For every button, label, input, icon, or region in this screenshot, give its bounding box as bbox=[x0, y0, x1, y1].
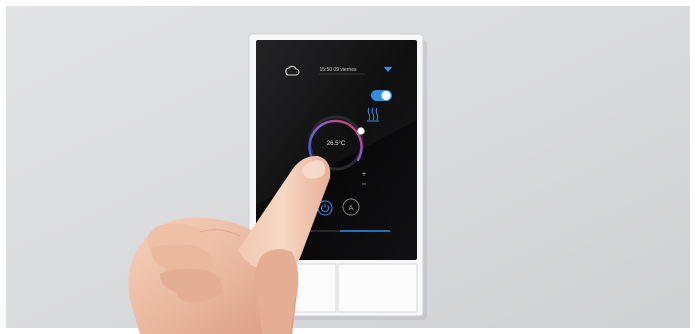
product-photo: 15:50 09 viernes 26.5°C + A bbox=[0, 0, 695, 334]
plus-icon[interactable]: + bbox=[361, 171, 366, 178]
temperature-readout: 26.5°C bbox=[327, 141, 346, 147]
physical-button-right[interactable] bbox=[337, 263, 418, 313]
svg-text:A: A bbox=[349, 205, 354, 212]
toggle-switch[interactable] bbox=[371, 90, 392, 101]
header-time: 15:50 09 viernes bbox=[320, 67, 357, 73]
dial-handle bbox=[357, 127, 365, 135]
